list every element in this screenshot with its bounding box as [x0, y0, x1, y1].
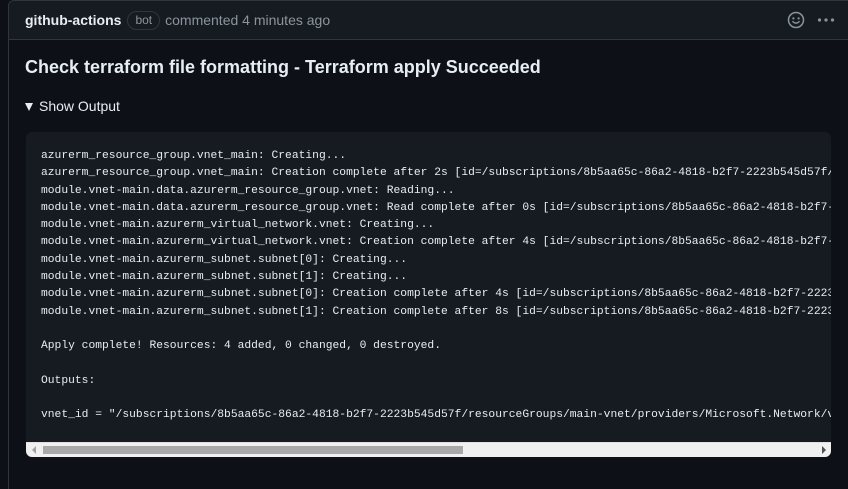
code-line: azurerm_resource_group.vnet_main: Creati… — [41, 150, 347, 162]
comment-timestamp[interactable]: commented 4 minutes ago — [165, 12, 330, 28]
show-output-toggle[interactable]: Show Output — [25, 98, 120, 114]
kebab-horizontal-icon[interactable] — [816, 10, 836, 30]
code-line: module.vnet-main.azurerm_subnet.subnet[0… — [41, 288, 831, 301]
code-line: azurerm_resource_group.vnet_main: Creati… — [41, 167, 831, 180]
comment-header: github-actions bot commented 4 minutes a… — [9, 1, 848, 40]
scroll-left-arrow-icon — [31, 446, 36, 454]
code-line: vnet_id = "/subscriptions/8b5aa65c-86a2-… — [41, 409, 831, 422]
timeline-comment: github-actions bot commented 4 minutes a… — [8, 0, 848, 489]
triangle-down-icon — [25, 102, 33, 111]
output-code-block: azurerm_resource_group.vnet_main: Creati… — [26, 132, 831, 457]
code-line: module.vnet-main.azurerm_virtual_network… — [41, 219, 435, 232]
code-line: module.vnet-main.azurerm_subnet.subnet[0… — [41, 253, 408, 266]
code-line: module.vnet-main.data.azurerm_resource_g… — [41, 184, 455, 197]
code-line: Apply complete! Resources: 4 added, 0 ch… — [41, 340, 441, 353]
code-line: module.vnet-main.azurerm_virtual_network… — [41, 236, 831, 249]
horizontal-scrollbar[interactable] — [26, 442, 831, 457]
comment-actions — [786, 10, 836, 30]
code-line: module.vnet-main.azurerm_subnet.subnet[1… — [41, 271, 408, 284]
smiley-icon[interactable] — [786, 10, 806, 30]
code-line: Outputs: — [41, 374, 96, 387]
show-output-label: Show Output — [39, 98, 120, 114]
scroll-thumb[interactable] — [43, 446, 463, 454]
scroll-left-button[interactable] — [26, 443, 41, 457]
code-line: module.vnet-main.azurerm_subnet.subnet[1… — [41, 305, 831, 318]
code-line: module.vnet-main.data.azurerm_resource_g… — [41, 201, 831, 214]
code-lines: azurerm_resource_group.vnet_main: Creati… — [41, 148, 831, 425]
comment-title: Check terraform file formatting - Terraf… — [25, 57, 541, 77]
scroll-right-button[interactable] — [816, 443, 831, 457]
author-link[interactable]: github-actions — [25, 12, 121, 28]
scroll-right-arrow-icon — [821, 446, 826, 454]
bot-badge: bot — [127, 10, 161, 30]
